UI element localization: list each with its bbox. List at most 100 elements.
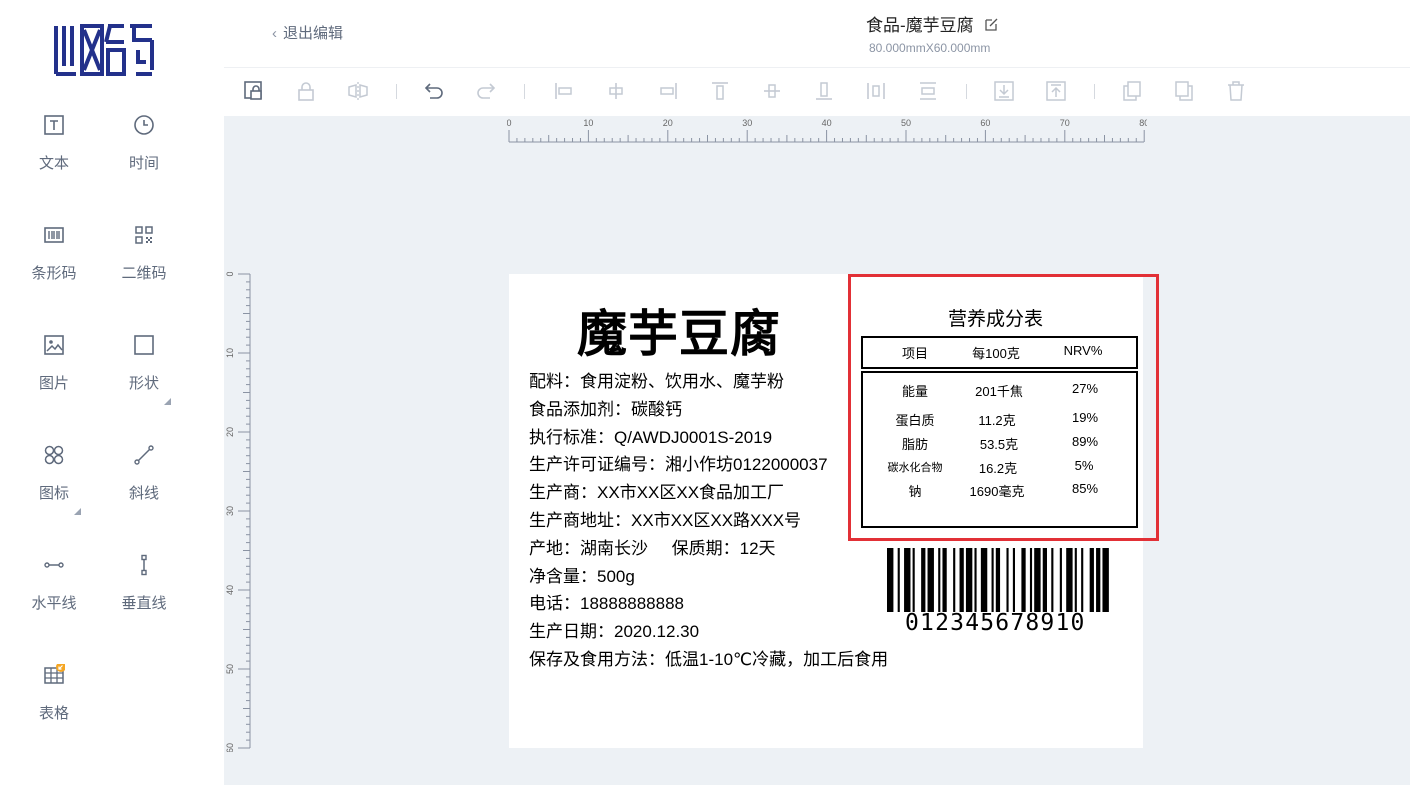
expand-corner-icon[interactable] — [74, 508, 81, 515]
move-down-layer-button[interactable] — [992, 79, 1016, 103]
move-up-layer-button[interactable] — [1044, 79, 1068, 103]
barcode-digits: 012345678910 — [905, 610, 1086, 636]
delete-button[interactable] — [1224, 79, 1248, 103]
barcode-bar — [995, 548, 1001, 612]
barcode-bar — [1051, 548, 1054, 612]
edit-title-icon[interactable] — [984, 17, 999, 32]
label-line[interactable]: 生产许可证编号：湘小作坊0122000037 — [529, 451, 888, 479]
toolbar-separator — [396, 84, 397, 99]
ruler-label: 20 — [663, 118, 673, 128]
align-left-button[interactable] — [552, 79, 576, 103]
redo-button[interactable] — [474, 79, 498, 103]
tool-time[interactable]: 时间 — [99, 114, 189, 194]
ruler-label: 60 — [225, 743, 235, 752]
distribute-h-button[interactable] — [864, 79, 888, 103]
tool-vertical-line[interactable]: 垂直线 — [99, 554, 189, 634]
label-line[interactable]: 净含量：500g — [529, 563, 888, 591]
barcode-bar — [1074, 548, 1077, 612]
redo-icon — [477, 83, 496, 99]
image-icon — [44, 335, 64, 355]
tool-horizontal-line[interactable]: 水平线 — [9, 554, 99, 634]
ruler-label: 0 — [225, 272, 235, 277]
document-size: 80.000mmX60.000mm — [869, 41, 991, 55]
label-line[interactable]: 食品添加剂：碳酸钙 — [529, 396, 888, 424]
ruler-label: 50 — [225, 664, 235, 674]
diagonal-line-icon — [134, 445, 154, 465]
barcode-bar — [1021, 548, 1026, 612]
qrcode-icon — [135, 226, 153, 244]
tool-shape[interactable]: 形状 — [99, 334, 189, 414]
align-middle-v-button[interactable] — [760, 79, 784, 103]
label-line[interactable]: 生产日期：2020.12.30 — [529, 618, 888, 646]
undo-icon — [424, 83, 443, 99]
barcode-bar — [974, 548, 977, 612]
tool-diagonal-line[interactable]: 斜线 — [99, 444, 189, 524]
align-right-icon — [660, 83, 677, 99]
expand-corner-icon[interactable] — [164, 398, 171, 405]
tool-image[interactable]: 图片 — [9, 334, 99, 414]
ruler-label: 20 — [225, 427, 235, 437]
label-line[interactable]: 产地：湖南长沙 保质期：12天 — [529, 535, 888, 563]
barcode-bar — [1012, 548, 1015, 612]
tool-text[interactable]: 文本 — [9, 114, 99, 194]
barcode-bar — [1096, 548, 1101, 612]
delete-icon — [1228, 81, 1244, 101]
chevron-left-icon: ‹ — [272, 25, 277, 42]
label-line[interactable]: 生产商地址：XX市XX区XX路XXX号 — [529, 507, 888, 535]
barcode-bar — [938, 548, 941, 612]
clock-icon — [134, 115, 154, 135]
ruler-label: 70 — [1060, 118, 1070, 128]
product-name-text[interactable]: 魔芋豆腐 — [577, 294, 781, 366]
rectangle-shape-icon — [134, 335, 154, 355]
tool-table[interactable]: 表格 — [9, 664, 99, 744]
exit-edit-button[interactable]: ‹ 退出编辑 — [272, 22, 343, 43]
label-line[interactable]: 生产商：XX市XX区XX食品加工厂 — [529, 479, 888, 507]
tool-icons[interactable]: 图标 — [9, 444, 99, 524]
barcode-bar — [1029, 548, 1033, 612]
barcode-bar — [953, 548, 956, 612]
selection-outline[interactable] — [848, 274, 1159, 541]
vertical-ruler: 0 10 20 30 40 50 60 — [225, 272, 251, 752]
ruler-label: 10 — [225, 348, 235, 358]
ruler-label: 0 — [507, 118, 512, 128]
brand-logo — [54, 24, 154, 76]
flip-button[interactable] — [346, 79, 370, 103]
tool-label: 斜线 — [128, 485, 159, 502]
label-line[interactable]: 配料：食用淀粉、饮用水、魔芋粉 — [529, 368, 888, 396]
barcode-bar — [1034, 548, 1041, 612]
document-title-text: 食品-魔芋豆腐 — [866, 16, 974, 35]
distribute-v-button[interactable] — [916, 79, 940, 103]
lock-button[interactable] — [294, 79, 318, 103]
tool-qrcode[interactable]: 二维码 — [99, 224, 189, 304]
tool-label: 二维码 — [121, 265, 167, 282]
barcode-bar — [965, 548, 973, 612]
undo-button[interactable] — [422, 79, 446, 103]
label-line[interactable]: 执行标准：Q/AWDJ0001S-2019 — [529, 424, 888, 452]
label-line[interactable]: 电话：18888888888 — [529, 590, 888, 618]
barcode-bars[interactable] — [887, 548, 1111, 612]
barcode-bar — [1042, 548, 1047, 612]
toolbar — [224, 68, 1410, 116]
tool-label: 图片 — [38, 375, 69, 392]
ruler-label: 50 — [901, 118, 911, 128]
document-title: 食品-魔芋豆腐 — [866, 11, 999, 36]
tool-label: 水平线 — [31, 595, 77, 612]
align-left-icon — [555, 83, 572, 99]
align-bottom-button[interactable] — [812, 79, 836, 103]
tool-barcode[interactable]: 条形码 — [9, 224, 99, 304]
align-top-button[interactable] — [708, 79, 732, 103]
label-line[interactable]: 保存及食用方法：低温1-10℃冷藏，加工后食用 — [529, 646, 888, 674]
flip-icon — [348, 82, 368, 100]
align-center-h-button[interactable] — [604, 79, 628, 103]
barcode-bar — [942, 548, 947, 612]
copy-button[interactable] — [1120, 79, 1144, 103]
lock-select-button[interactable] — [242, 79, 266, 103]
paste-button[interactable] — [1172, 79, 1196, 103]
ruler-label: 60 — [980, 118, 990, 128]
align-center-h-icon — [609, 83, 623, 99]
ruler-label: 10 — [583, 118, 593, 128]
text-icon — [44, 115, 64, 135]
horizontal-line-icon — [44, 562, 64, 568]
tool-label: 表格 — [38, 705, 69, 722]
align-right-button[interactable] — [656, 79, 680, 103]
